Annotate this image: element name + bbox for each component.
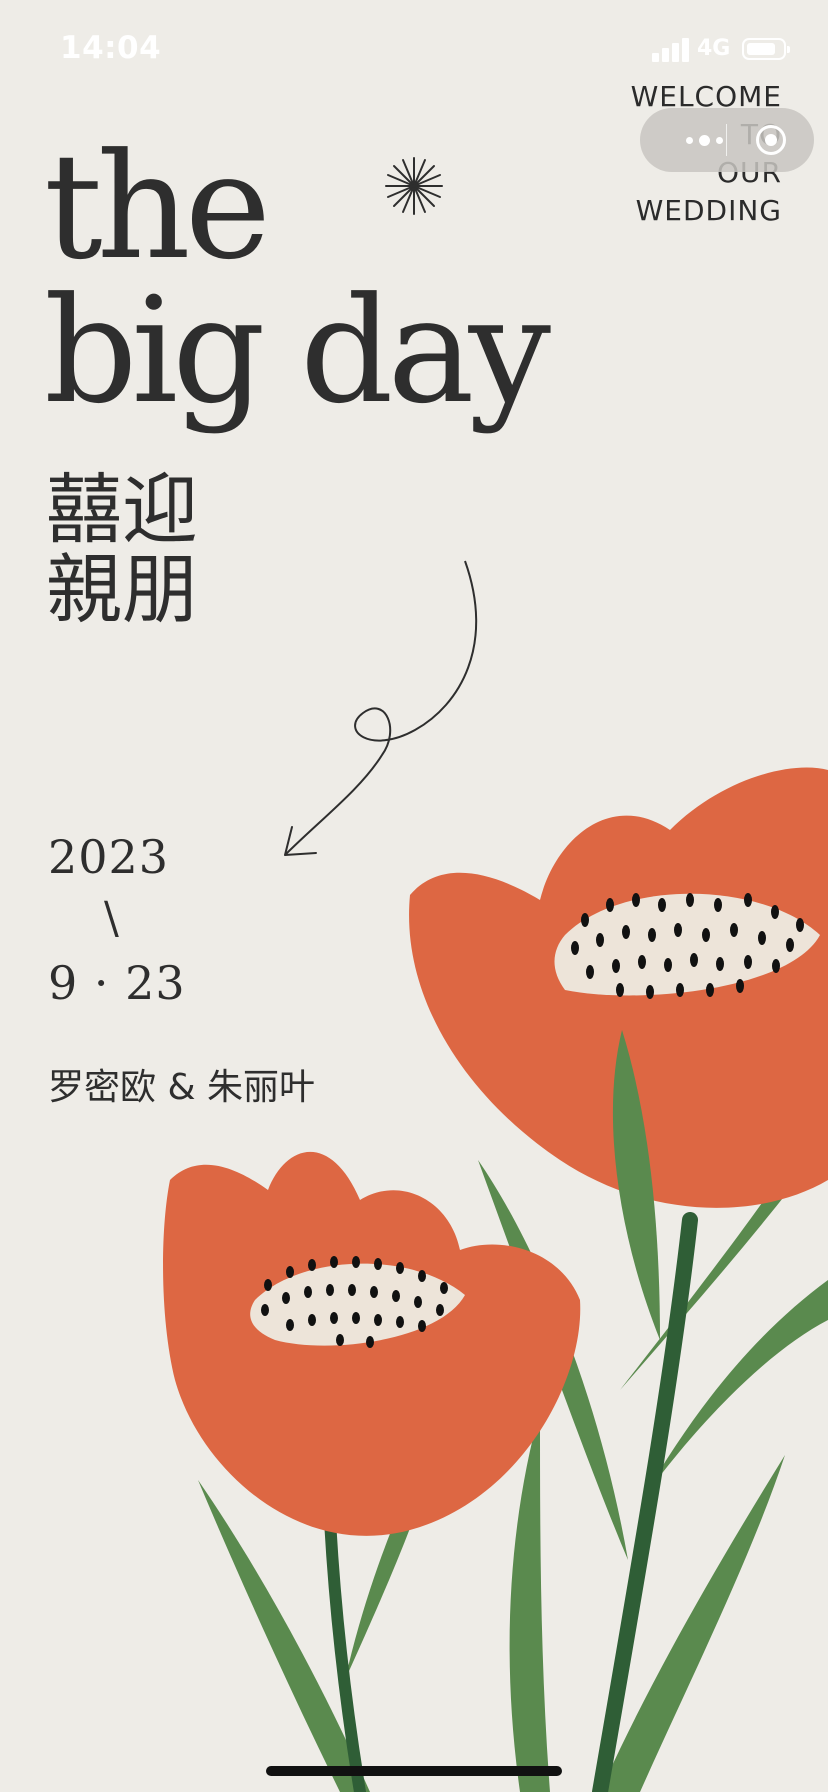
- home-indicator[interactable]: [266, 1766, 562, 1776]
- poppy-flowers-illustration: [163, 767, 828, 1792]
